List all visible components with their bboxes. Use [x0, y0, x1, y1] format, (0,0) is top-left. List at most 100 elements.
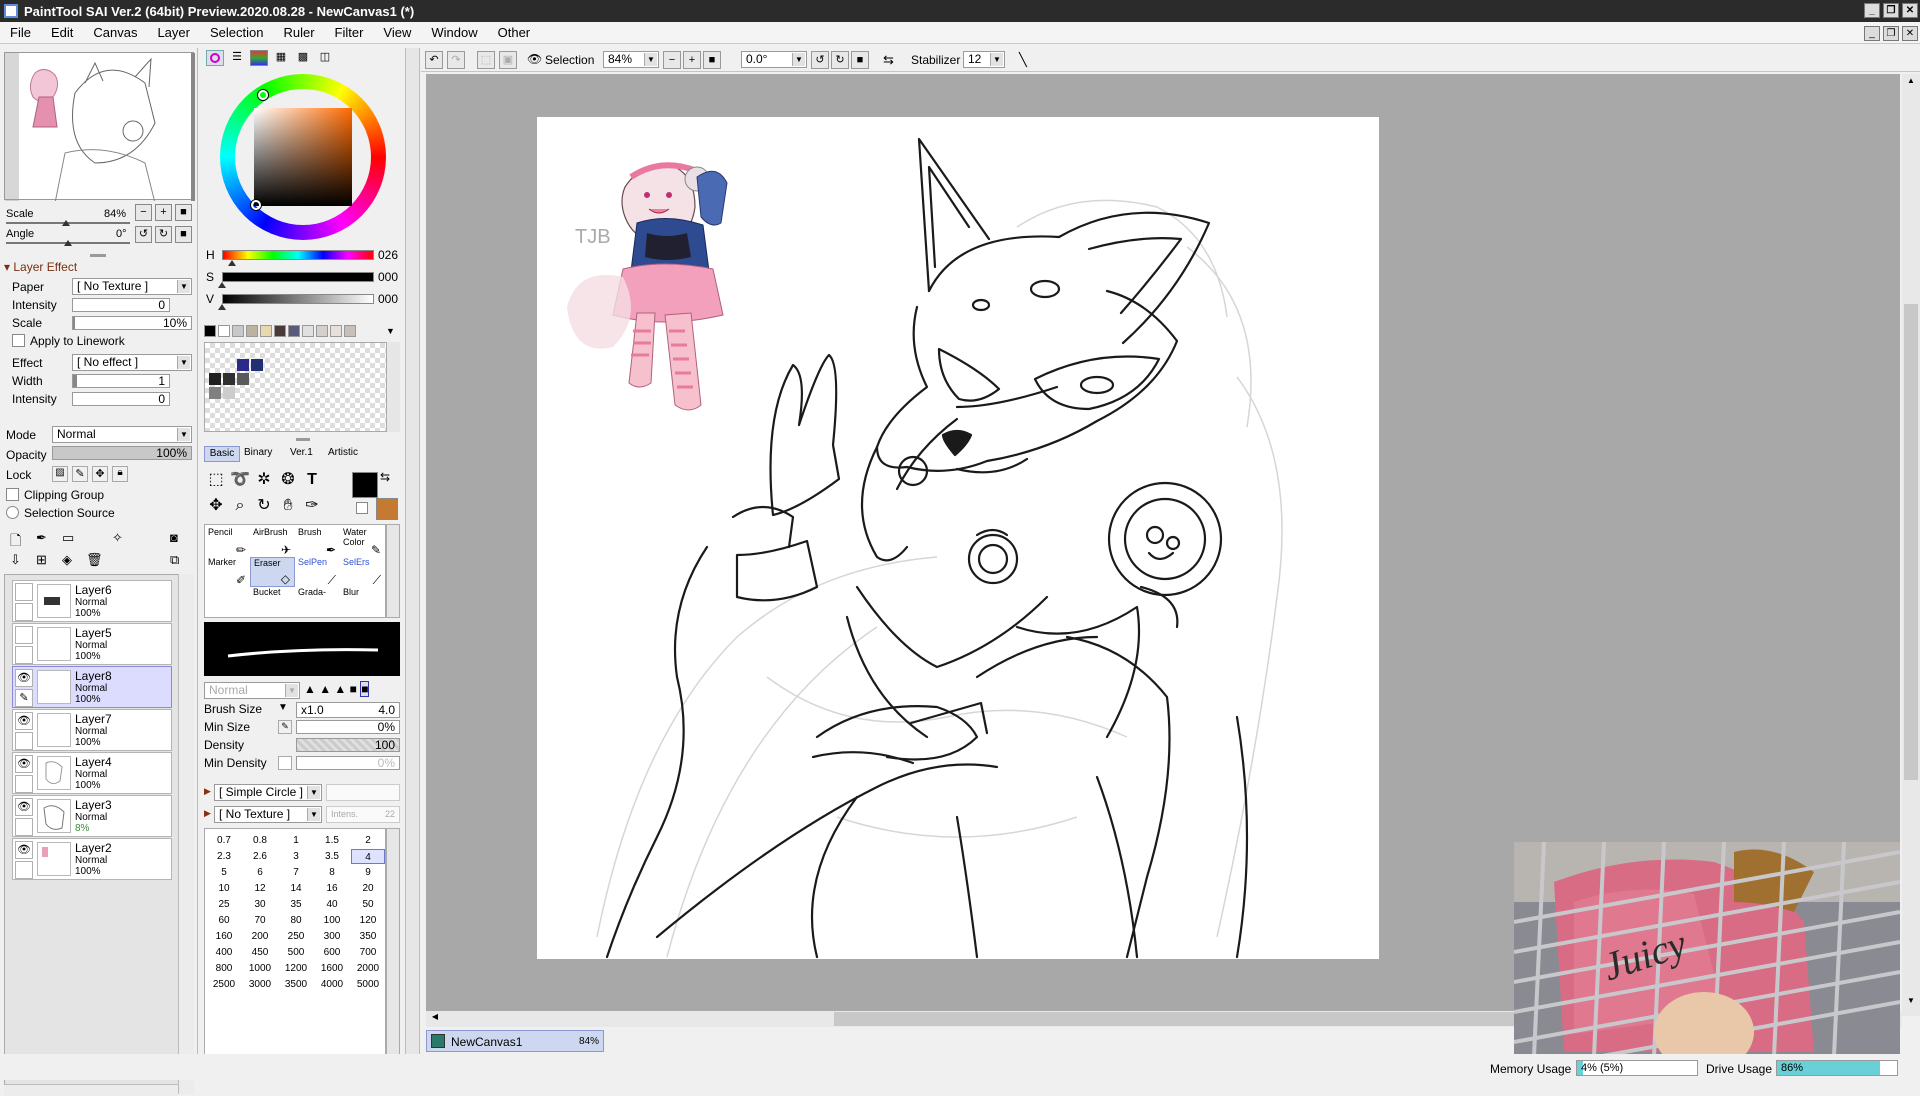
canvas-tab[interactable]: NewCanvas1 84% [426, 1030, 604, 1052]
close-button[interactable]: ✕ [1902, 3, 1918, 18]
scratchpad-tab-icon[interactable]: ◫ [316, 50, 334, 66]
brush-tool-selers[interactable]: SelErs ⟋ [340, 557, 385, 587]
brush-size-preset[interactable]: 8 [315, 865, 349, 880]
eye-icon[interactable]: 👁︎ [15, 841, 33, 859]
min-density-checkbox[interactable] [278, 756, 292, 770]
texture-intensity-field[interactable]: Intens. 22 [326, 806, 400, 823]
chevron-down-icon[interactable]: ▼ [278, 702, 288, 713]
rotate-left-icon[interactable]: ↺ [811, 51, 829, 69]
brush-size-preset[interactable]: 30 [243, 897, 277, 912]
layer-mask-icon[interactable]: ◙ [170, 530, 186, 546]
menu-filter[interactable]: Filter [325, 25, 374, 40]
brush-size-preset[interactable]: 100 [315, 913, 349, 928]
saturation-slider-handle[interactable] [218, 282, 226, 288]
new-layer-icon[interactable]: 🗋 [10, 530, 26, 548]
layer-effect-header[interactable]: ▾ Layer Effect [4, 260, 77, 274]
brush-size-preset[interactable]: 7 [279, 865, 313, 880]
restore-button[interactable]: ❐ [1883, 3, 1899, 18]
zoom-reset-button[interactable]: ■ [175, 204, 192, 221]
layer-item-layer6[interactable]: Layer6 Normal 100% [12, 580, 172, 622]
brush-size-preset[interactable]: 60 [207, 913, 241, 928]
zoom-reset-icon[interactable]: ■ [703, 51, 721, 69]
value-slider[interactable] [222, 294, 374, 304]
rotate-right-icon[interactable]: ↻ [831, 51, 849, 69]
rotate-reset-button[interactable]: ■ [175, 226, 192, 243]
menu-layer[interactable]: Layer [147, 25, 200, 40]
color-swatch[interactable] [232, 325, 244, 337]
undo-icon[interactable]: ↶ [425, 51, 443, 69]
effect-intensity-slider[interactable]: 0 [72, 392, 170, 406]
brush-size-preset[interactable]: 700 [351, 945, 385, 960]
layer-item-layer3[interactable]: 👁︎ Layer3 Normal 8% [12, 795, 172, 837]
lock-transparency-icon[interactable]: ▨ [52, 466, 68, 482]
angle-select[interactable]: 0.0° ▼ [741, 51, 807, 68]
redo-icon[interactable]: ↷ [447, 51, 465, 69]
nav-scale-handle[interactable] [62, 220, 70, 226]
invert-selection-icon[interactable]: ▣ [499, 51, 517, 69]
layer-item-layer7[interactable]: 👁︎ Layer7 Normal 100% [12, 709, 172, 751]
hand-icon[interactable]: ✋︎ [276, 494, 300, 518]
value-slider-handle[interactable] [218, 304, 226, 310]
navigator-preview[interactable] [4, 52, 195, 204]
scratch-color[interactable] [209, 387, 221, 399]
scratchpad-scrollbar[interactable] [386, 342, 400, 432]
apply-linework-checkbox[interactable] [12, 334, 25, 347]
brush-size-preset[interactable]: 450 [243, 945, 277, 960]
brush-tool-airbrush[interactable]: AirBrush ✈︎ [250, 527, 295, 557]
tab-basic[interactable]: Basic [204, 446, 240, 462]
transparent-color-swatch[interactable] [356, 502, 368, 514]
brush-size-preset[interactable]: 350 [351, 929, 385, 944]
clipping-group-checkbox[interactable] [6, 488, 19, 501]
color-swatch[interactable] [330, 325, 342, 337]
lock-all-icon[interactable]: 🔒︎ [112, 466, 128, 482]
canvas-vertical-scrollbar[interactable]: ▲ ▼ [1902, 74, 1920, 1016]
menu-selection[interactable]: Selection [200, 25, 273, 40]
nav-angle-handle[interactable] [64, 240, 72, 246]
color-swatch[interactable] [246, 325, 258, 337]
brush-size-preset[interactable]: 3500 [279, 977, 313, 992]
opacity-slider[interactable]: 100% [52, 446, 192, 460]
lasso-icon[interactable]: ➰ [228, 468, 252, 492]
hsv-sliders-tab-icon[interactable] [250, 50, 268, 66]
layer-item-layer2[interactable]: 👁︎ Layer2 Normal 100% [12, 838, 172, 880]
scratchpad[interactable] [204, 342, 400, 432]
scratch-color[interactable] [223, 373, 235, 385]
texture-scale-slider[interactable]: 10% [72, 316, 192, 330]
brush-size-preset[interactable]: 120 [351, 913, 385, 928]
brush-size-preset[interactable]: 0.7 [207, 833, 241, 848]
color-swatch[interactable] [204, 325, 216, 337]
brush-size-preset[interactable]: 16 [315, 881, 349, 896]
zoom-in-icon[interactable]: + [683, 51, 701, 69]
scratch-color[interactable] [209, 373, 221, 385]
transfer-down-icon[interactable]: ⇩ [10, 552, 26, 568]
visibility-toggle[interactable] [15, 583, 33, 601]
brush-size-preset[interactable]: 1600 [315, 961, 349, 976]
zoom-select[interactable]: 84% ▼ [603, 51, 659, 68]
menu-window[interactable]: Window [421, 25, 487, 40]
menu-other[interactable]: Other [488, 25, 541, 40]
scroll-down-icon[interactable]: ▼ [1904, 996, 1918, 1010]
brush-size-preset[interactable]: 1200 [279, 961, 313, 976]
doc-restore-button[interactable]: ❐ [1883, 26, 1899, 41]
brush-size-preset[interactable]: 20 [351, 881, 385, 896]
size-grid-scrollbar[interactable] [386, 828, 400, 1056]
color-swatch[interactable] [344, 325, 356, 337]
layer-options-icon[interactable]: ⧉ [170, 552, 186, 568]
paper-select[interactable]: [ No Texture ] ▼ [72, 278, 192, 295]
color-swatch[interactable] [260, 325, 272, 337]
menu-edit[interactable]: Edit [41, 25, 83, 40]
new-pen-layer-icon[interactable]: ✒ [36, 530, 52, 546]
panel-splitter[interactable] [90, 254, 106, 257]
chevron-down-icon[interactable]: ▼ [386, 326, 395, 336]
doc-close-button[interactable]: ✕ [1902, 26, 1918, 41]
hue-slider-handle[interactable] [228, 260, 236, 266]
brush-tool-grada[interactable]: Grada- [295, 587, 340, 617]
hue-slider[interactable] [222, 250, 374, 260]
brush-tool-eraser[interactable]: Eraser ◇ [250, 557, 295, 587]
pencil-icon[interactable]: ✎ [15, 689, 33, 707]
zoom-out-button[interactable]: − [135, 204, 152, 221]
tab-ver1[interactable]: Ver.1 [290, 447, 313, 458]
secondary-color-swatch[interactable] [376, 498, 398, 520]
menu-view[interactable]: View [373, 25, 421, 40]
flip-horizontal-icon[interactable]: ⇆ [883, 52, 894, 68]
